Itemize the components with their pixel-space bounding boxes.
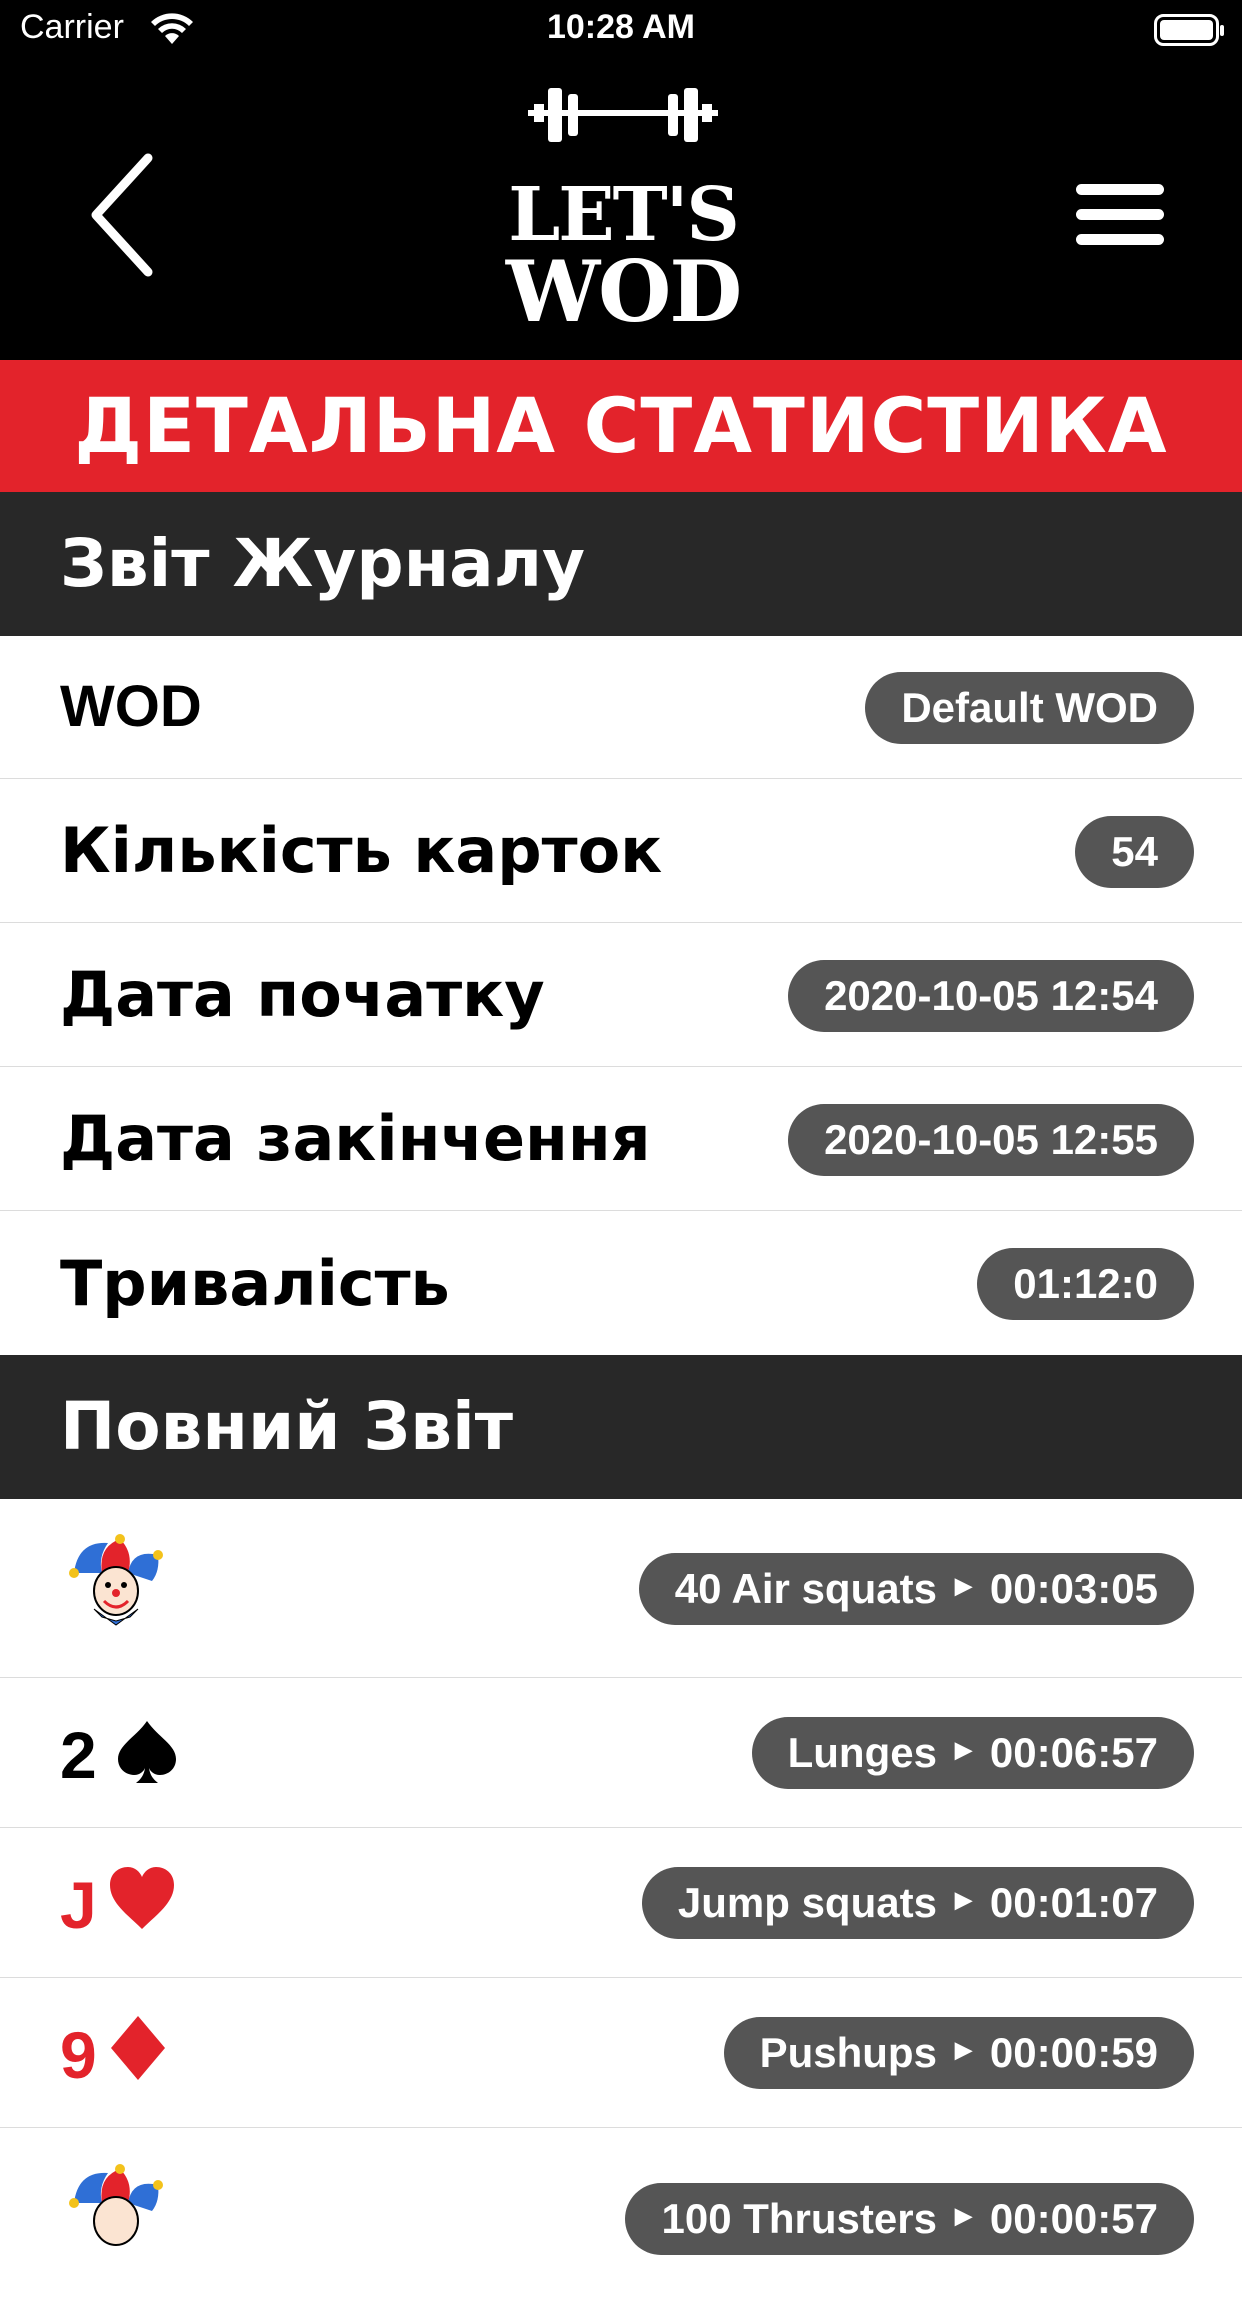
barbell-icon bbox=[528, 88, 718, 142]
exercise-time: 00:00:57 bbox=[989, 2195, 1158, 2242]
heart-icon bbox=[110, 1867, 174, 1929]
nav-bar: LET'S WOD bbox=[0, 60, 1242, 360]
exercise-name: Pushups bbox=[759, 2029, 937, 2076]
clock: 10:28 AM bbox=[546, 8, 696, 46]
row-label: WOD bbox=[60, 674, 202, 739]
diamond-icon bbox=[111, 2016, 165, 2080]
row-value-badge: 54 bbox=[1075, 816, 1194, 888]
row-value-badge: Default WOD bbox=[865, 672, 1194, 744]
spade-icon bbox=[118, 1721, 176, 1783]
exercise-name: 40 Air squats bbox=[674, 1565, 937, 1612]
exercise-badge: 40 Air squats ▶ 00:03:05 bbox=[638, 1553, 1194, 1625]
exercise-time: 00:06:57 bbox=[989, 1729, 1158, 1776]
report-item: 2 Lunges ▶ 00:06:57 bbox=[0, 1679, 1242, 1828]
joker-card-icon bbox=[69, 2164, 163, 2246]
play-arrow-icon: ▶ bbox=[954, 1886, 972, 1912]
exercise-badge: 100 Thrusters ▶ 00:00:57 bbox=[625, 2183, 1194, 2255]
row-label: Кількість карток bbox=[60, 814, 663, 887]
exercise-name: Lunges bbox=[787, 1729, 937, 1776]
logo-line-1: LET'S bbox=[508, 172, 740, 258]
back-button[interactable] bbox=[80, 150, 170, 280]
section-title: Звіт Журналу bbox=[60, 525, 586, 602]
exercise-time: 00:01:07 bbox=[989, 1879, 1158, 1926]
journal-row-card-count: Кількість карток 54 bbox=[0, 780, 1242, 923]
row-label: Дата закінчення bbox=[60, 1102, 651, 1175]
section-title: Повний Звіт bbox=[60, 1388, 513, 1465]
app-logo: LET'S WOD bbox=[488, 82, 758, 342]
journal-row-end-date: Дата закінчення 2020-10-05 12:55 bbox=[0, 1068, 1242, 1211]
exercise-time: 00:00:59 bbox=[989, 2029, 1158, 2076]
journal-row-duration: Тривалість 01:12:0 bbox=[0, 1212, 1242, 1355]
report-item: 100 Thrusters ▶ 00:00:57 bbox=[0, 2129, 1242, 2307]
report-item: J Jump squats ▶ 00:01:07 bbox=[0, 1829, 1242, 1978]
play-arrow-icon: ▶ bbox=[954, 2202, 972, 2228]
hamburger-icon bbox=[1076, 184, 1164, 245]
row-value-badge: 2020-10-05 12:54 bbox=[788, 960, 1194, 1032]
battery-icon bbox=[1154, 14, 1224, 46]
joker-card-icon bbox=[69, 1534, 163, 1626]
report-item: 40 Air squats ▶ 00:03:05 bbox=[0, 1499, 1242, 1678]
row-value-badge: 01:12:0 bbox=[977, 1248, 1194, 1320]
play-arrow-icon: ▶ bbox=[954, 1572, 972, 1598]
exercise-badge: Pushups ▶ 00:00:59 bbox=[723, 2017, 1194, 2089]
journal-row-wod: WOD Default WOD bbox=[0, 636, 1242, 779]
exercise-badge: Jump squats ▶ 00:01:07 bbox=[641, 1867, 1194, 1939]
card-rank: J bbox=[60, 1868, 97, 1942]
row-label: Дата початку bbox=[60, 958, 545, 1031]
exercise-badge: Lunges ▶ 00:06:57 bbox=[751, 1717, 1194, 1789]
exercise-name: Jump squats bbox=[677, 1879, 937, 1926]
chevron-left-icon bbox=[91, 153, 153, 277]
logo-line-2: WOD bbox=[505, 242, 742, 341]
status-bar: Carrier 10:28 AM bbox=[0, 0, 1242, 60]
journal-row-start-date: Дата початку 2020-10-05 12:54 bbox=[0, 924, 1242, 1067]
page-title-banner: ДЕТАЛЬНА СТАТИСТИКА bbox=[0, 360, 1242, 492]
exercise-time: 00:03:05 bbox=[989, 1565, 1158, 1612]
section-header-full-report: Повний Звіт bbox=[0, 1355, 1242, 1499]
exercise-name: 100 Thrusters bbox=[661, 2195, 937, 2242]
card-rank: 2 bbox=[60, 1718, 97, 1792]
card-rank: 9 bbox=[60, 2018, 97, 2092]
play-arrow-icon: ▶ bbox=[954, 1736, 972, 1762]
row-value-badge: 2020-10-05 12:55 bbox=[788, 1104, 1194, 1176]
menu-button[interactable] bbox=[1070, 170, 1170, 260]
row-label: Тривалість bbox=[60, 1247, 450, 1320]
play-arrow-icon: ▶ bbox=[954, 2036, 972, 2062]
report-item: 9 Pushups ▶ 00:00:59 bbox=[0, 1979, 1242, 2128]
section-header-journal: Звіт Журналу bbox=[0, 492, 1242, 636]
